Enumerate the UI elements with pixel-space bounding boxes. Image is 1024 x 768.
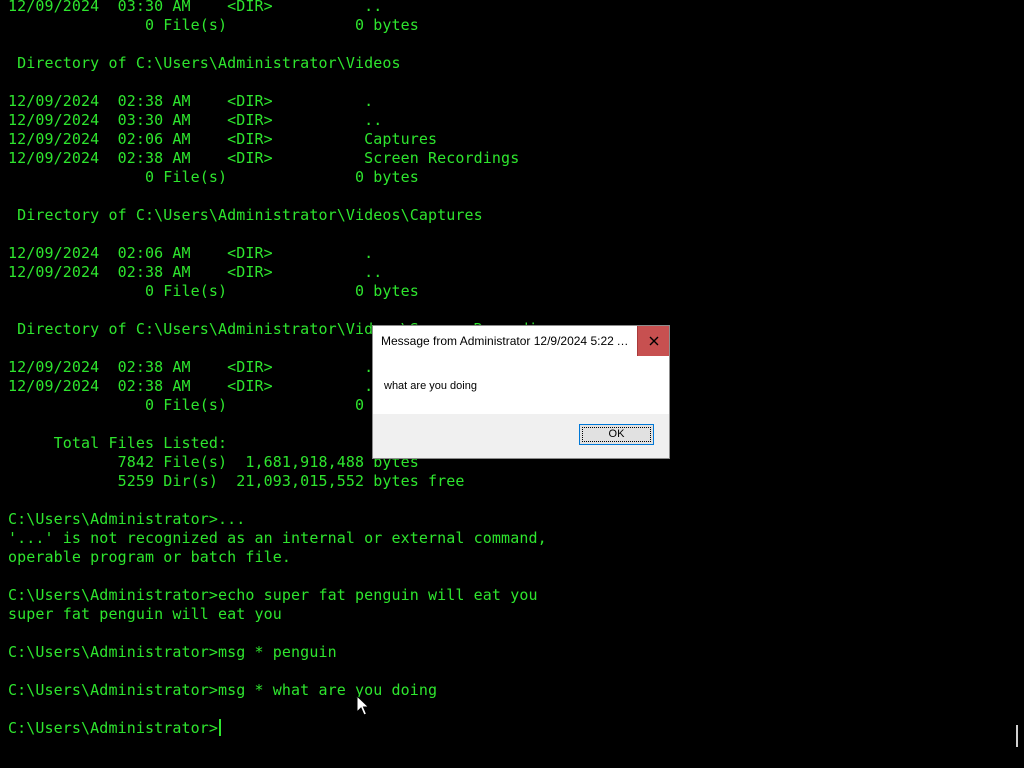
console-line: '...' is not recognized as an internal o… bbox=[8, 529, 547, 547]
command-prompt: C:\Users\Administrator> bbox=[8, 719, 219, 737]
dialog-title: Message from Administrator 12/9/2024 5:2… bbox=[381, 334, 633, 348]
console-line: C:\Users\Administrator>... bbox=[8, 510, 246, 528]
console-line: 12/09/2024 02:06 AM <DIR> Captures bbox=[8, 130, 438, 148]
console-line: 12/09/2024 02:38 AM <DIR> Screen Recordi… bbox=[8, 149, 520, 167]
console-line: 0 File(s) 0 bytes bbox=[8, 168, 419, 186]
ok-button[interactable]: OK bbox=[579, 424, 654, 445]
console-line: Directory of C:\Users\Administrator\Vide… bbox=[8, 54, 401, 72]
console-line: Directory of C:\Users\Administrator\Vide… bbox=[8, 206, 483, 224]
command-prompt-row[interactable]: C:\Users\Administrator> bbox=[8, 719, 565, 738]
close-icon bbox=[649, 336, 659, 346]
dialog-titlebar[interactable]: Message from Administrator 12/9/2024 5:2… bbox=[373, 326, 669, 356]
close-button[interactable] bbox=[637, 326, 669, 356]
console-line: 0 File(s) 0 bytes bbox=[8, 16, 419, 34]
console-line: 12/09/2024 02:38 AM <DIR> . bbox=[8, 92, 374, 110]
console-line: super fat penguin will eat you bbox=[8, 605, 282, 623]
console-line: 5259 Dir(s) 21,093,015,552 bytes free bbox=[8, 472, 465, 490]
ok-button-label: OK bbox=[582, 427, 651, 442]
dialog-body: what are you doing bbox=[373, 356, 669, 414]
dialog-message: what are you doing bbox=[384, 380, 477, 392]
console-scroll-thumb[interactable] bbox=[1016, 725, 1018, 747]
message-dialog: Message from Administrator 12/9/2024 5:2… bbox=[372, 325, 670, 459]
console-line: 0 File(s) 0 bytes bbox=[8, 282, 419, 300]
console-line: C:\Users\Administrator>msg * what are yo… bbox=[8, 681, 438, 699]
text-caret bbox=[219, 719, 222, 736]
console-line: 12/09/2024 03:30 AM <DIR> .. bbox=[8, 0, 383, 15]
console-line: 12/09/2024 02:06 AM <DIR> . bbox=[8, 244, 374, 262]
dialog-footer: OK bbox=[373, 414, 669, 458]
console-line: C:\Users\Administrator>msg * penguin bbox=[8, 643, 337, 661]
console-line: C:\Users\Administrator>echo super fat pe… bbox=[8, 586, 538, 604]
console-line: 12/09/2024 02:38 AM <DIR> .. bbox=[8, 263, 383, 281]
mouse-pointer-icon bbox=[356, 695, 370, 716]
console-line: operable program or batch file. bbox=[8, 548, 292, 566]
console-line: 12/09/2024 03:30 AM <DIR> .. bbox=[8, 111, 383, 129]
